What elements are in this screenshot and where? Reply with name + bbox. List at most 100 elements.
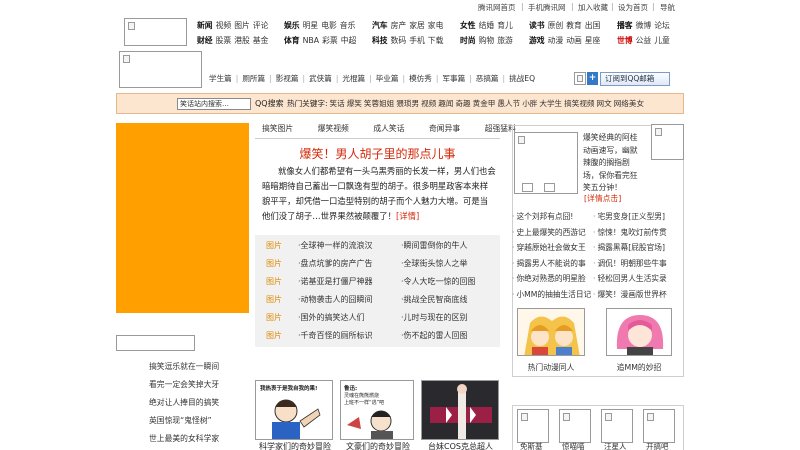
hot-keyword-link[interactable]: 黄金甲	[473, 99, 496, 108]
nav-link[interactable]: 视频	[216, 21, 232, 30]
right-list-link[interactable]: 穿越原始社会做女王	[516, 243, 585, 252]
nav-link[interactable]: 明星	[303, 21, 319, 30]
right-list-link[interactable]: 这个刘邦有点囧!	[516, 212, 573, 221]
right-list-link[interactable]: 你绝对熟悉的明星脸	[516, 274, 585, 283]
category-link[interactable]: 光棍篇	[342, 74, 365, 83]
grid-caption[interactable]: 惊喵喵	[562, 441, 585, 450]
hot-keyword-link[interactable]: 笑话	[330, 99, 345, 108]
subscribe-plus-icon[interactable]: +	[587, 72, 598, 85]
picture-list-link[interactable]: ·动物袭击人的囧瞬间	[298, 295, 373, 304]
left-link[interactable]: 绝对让人捧目的搞笑	[149, 397, 219, 408]
left-small-banner[interactable]	[116, 335, 195, 351]
nav-link[interactable]: 时尚	[460, 36, 476, 45]
category-link[interactable]: 学生篇	[209, 74, 232, 83]
category-link[interactable]: 恶搞篇	[476, 74, 499, 83]
nav-link[interactable]: 数码	[391, 36, 407, 45]
hot-keyword-link[interactable]: 猥琐男	[396, 99, 419, 108]
bottom-caption-scientists[interactable]: 科学家们的奇妙冒险	[259, 441, 331, 450]
subscribe-qq-mail-button[interactable]: 订阅到QQ邮箱	[600, 72, 670, 86]
media-icon[interactable]	[544, 183, 555, 192]
hot-keyword-link[interactable]: 网文	[597, 99, 612, 108]
grid-thumbnail[interactable]	[601, 409, 633, 443]
nav-link[interactable]: 财经	[197, 36, 213, 45]
picture-list-link[interactable]: ·令人大吃一惊的回图	[401, 276, 476, 287]
left-ad-block[interactable]	[116, 123, 249, 313]
right-caption-mm[interactable]: 追MM的妙招	[604, 362, 674, 373]
top-link-qq-home[interactable]: 腾讯网首页	[478, 2, 516, 13]
nav-link[interactable]: 论坛	[654, 21, 670, 30]
picture-list-link[interactable]: ·国外的搞笑达人们	[298, 313, 365, 322]
nav-link[interactable]: 游戏	[529, 36, 545, 45]
category-link[interactable]: 影视篇	[276, 74, 299, 83]
nav-link[interactable]: 港股	[234, 36, 250, 45]
rss-icon[interactable]	[574, 72, 586, 85]
nav-link[interactable]: 教育	[566, 21, 582, 30]
right-list-link[interactable]: 惊悚！鬼吹灯前传贯	[597, 228, 666, 237]
nav-link[interactable]: 彩票	[322, 36, 338, 45]
nav-link[interactable]: 基金	[253, 36, 269, 45]
nav-link[interactable]: 音乐	[340, 21, 356, 30]
tab-oddities[interactable]: 奇闻异事	[429, 123, 460, 134]
nav-link[interactable]: 原创	[548, 21, 564, 30]
nav-link[interactable]: 动漫	[548, 36, 564, 45]
right-list-link[interactable]: 揭露黑幕[屁股官场]	[597, 243, 665, 252]
right-list-link[interactable]: 小MM的抽抽生活日记	[516, 290, 591, 299]
hot-keyword-link[interactable]: 搞笑视频	[564, 99, 594, 108]
category-link[interactable]: 毕业篇	[376, 74, 399, 83]
nav-link[interactable]: 读书	[529, 21, 545, 30]
chasing-mm-thumbnail[interactable]	[606, 308, 672, 356]
site-logo-image[interactable]	[124, 18, 187, 46]
right-list-link[interactable]: 宅男变身[正义型男]	[597, 212, 665, 221]
nav-link[interactable]: 图片	[234, 21, 250, 30]
nav-link[interactable]: 电影	[321, 21, 337, 30]
nav-link[interactable]: 下载	[428, 36, 444, 45]
picture-tag[interactable]: 图片	[266, 295, 282, 304]
scientists-comic-thumbnail[interactable]: 我热衷于是我自我的果!	[255, 380, 333, 440]
nav-link[interactable]: 体育	[284, 36, 300, 45]
hot-keyword-link[interactable]: 视频	[421, 99, 436, 108]
picture-tag[interactable]: 图片	[266, 241, 282, 250]
nav-link[interactable]: 购物	[479, 36, 495, 45]
search-input[interactable]	[177, 98, 251, 110]
right-list-link[interactable]: 调侃！明朝那些牛事	[597, 259, 666, 268]
hot-keyword-link[interactable]: 笑蓉姐姐	[364, 99, 394, 108]
media-icon[interactable]	[522, 183, 533, 192]
picture-list-link[interactable]: ·诺基亚是打僵尸神器	[298, 277, 373, 286]
nav-link[interactable]: 中超	[341, 36, 357, 45]
qq-search-button[interactable]: QQ搜索	[255, 98, 284, 109]
nav-link[interactable]: NBA	[303, 36, 320, 45]
right-detail-link[interactable]: [详情点击]	[584, 193, 621, 204]
top-link-mobile[interactable]: 手机腾讯网	[528, 2, 566, 13]
tab-adult-jokes[interactable]: 成人笑话	[373, 123, 404, 134]
right-list-link[interactable]: 揭露男人不能说的事	[516, 259, 585, 268]
right-list-link[interactable]: 史上最爆笑的西游记	[516, 228, 585, 237]
cosplay-thumbnail[interactable]	[421, 380, 499, 440]
nav-link[interactable]: 育儿	[497, 21, 513, 30]
picture-tag[interactable]: 图片	[266, 277, 282, 286]
nav-link[interactable]: 科技	[372, 36, 388, 45]
bottom-caption-cosplay[interactable]: 台妹COS克总超人	[428, 441, 493, 450]
bottom-caption-writers[interactable]: 文豪们的奇妙冒险	[346, 441, 410, 450]
picture-list-link[interactable]: ·盘点坑爹的房产广告	[298, 259, 373, 268]
left-link[interactable]: 世上最美的女科学家	[149, 433, 219, 444]
grid-thumbnail[interactable]	[643, 409, 675, 443]
top-link-favorite[interactable]: 加入收藏	[578, 2, 608, 13]
left-link[interactable]: 看完一定会笑掉大牙	[149, 379, 219, 390]
picture-list-link[interactable]: ·儿时与现在的区别	[401, 312, 468, 323]
category-link[interactable]: 挑战EQ	[509, 74, 535, 83]
top-link-set-home[interactable]: 设为首页	[618, 2, 648, 13]
grid-caption[interactable]: 开搞吧	[646, 441, 669, 450]
hot-keyword-link[interactable]: 奇趣	[455, 99, 470, 108]
right-caption-anime[interactable]: 热门动漫同人	[517, 362, 585, 373]
nav-link[interactable]: 股票	[216, 36, 232, 45]
nav-link[interactable]: 新闻	[197, 21, 213, 30]
nav-link[interactable]: 评论	[253, 21, 269, 30]
picture-list-link[interactable]: ·伤不起的雷人回图	[401, 330, 468, 341]
nav-link[interactable]: 手机	[409, 36, 425, 45]
hot-keyword-link[interactable]: 趣闻	[438, 99, 453, 108]
picture-tag[interactable]: 图片	[266, 259, 282, 268]
left-link[interactable]: 搞笑逗乐就在一瞬间	[149, 361, 219, 372]
nav-link[interactable]: 家电	[428, 21, 444, 30]
grid-caption[interactable]: 汪星人	[604, 441, 627, 450]
left-link[interactable]: 英国惊现“鬼怪树”	[149, 415, 212, 426]
